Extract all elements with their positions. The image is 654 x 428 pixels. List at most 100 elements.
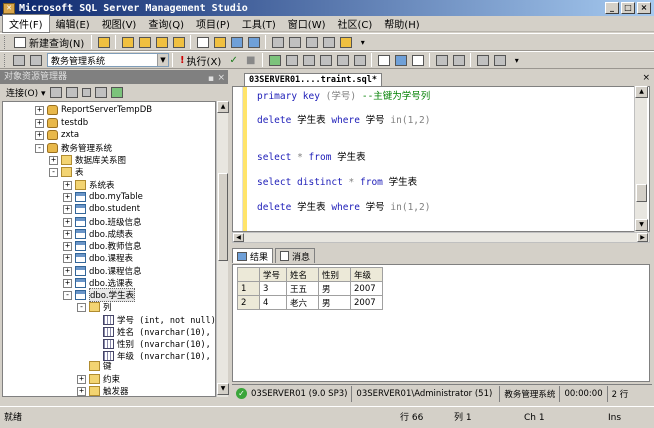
expand-icon[interactable]: + [63,278,72,288]
tree-node[interactable]: + zxta [35,129,79,141]
tree-node[interactable]: + 数据库关系图 [49,154,126,166]
expand-icon[interactable]: + [63,217,72,227]
scroll-up-icon[interactable]: ▲ [635,86,648,98]
expand-icon[interactable]: + [63,192,72,202]
tab-query-file[interactable]: 03SERVER01....traint.sql* [244,73,382,86]
intellisense-button[interactable] [318,53,333,68]
results-file-button[interactable] [410,53,425,68]
new-query-button[interactable]: 新建查询(N) [11,35,87,50]
toolbar-grip[interactable] [4,35,7,49]
toolbar-grip[interactable] [4,53,7,67]
save-all-button[interactable] [246,35,261,50]
scroll-right-icon[interactable]: ▶ [637,233,648,242]
menu-file[interactable]: 文件(F) [2,14,50,33]
toolbar-options-button[interactable]: ▾ [355,35,370,50]
minimize-button[interactable]: _ [605,2,619,14]
table-cell[interactable]: 王五 [286,281,319,296]
mdx-query-button[interactable] [137,35,152,50]
execute-button[interactable]: ! 执行(X) [177,53,224,68]
save-button[interactable] [229,35,244,50]
tree-node[interactable]: + 约束 [77,373,120,385]
refresh-icon[interactable] [110,87,123,98]
tree-node[interactable]: + dbo.班级信息 [63,216,142,228]
open-file-button[interactable] [212,35,227,50]
object-explorer-button[interactable] [287,35,302,50]
close-icon[interactable]: × [217,71,225,85]
query-editor[interactable]: primary key (学号) --主键为学号列 delete 学生表 whe… [232,86,650,232]
toolbar-options-button[interactable]: ▾ [509,53,524,68]
expand-icon[interactable]: + [35,118,44,128]
connect-dropdown[interactable]: 连接(O) ▾ [6,86,46,99]
row-number[interactable]: 1 [237,281,260,296]
scroll-up-icon[interactable]: ▲ [217,101,229,113]
menu-help[interactable]: 帮助(H) [378,15,425,32]
table-cell[interactable]: 男 [318,281,351,296]
column-header[interactable]: 性别 [318,267,351,282]
database-select[interactable]: 教务管理系统 ▼ [47,53,169,67]
toolbox-button[interactable] [338,35,353,50]
column-header[interactable]: 年级 [350,267,383,282]
expand-icon[interactable]: + [49,155,58,165]
editor-horizontal-scrollbar[interactable]: ◀ ▶ [232,232,650,243]
expand-icon[interactable]: + [35,105,44,115]
xmla-query-button[interactable] [171,35,186,50]
scroll-down-icon[interactable]: ▼ [635,219,648,231]
query-options-button[interactable] [301,53,316,68]
expand-icon[interactable]: + [63,253,72,263]
cancel-query-button[interactable]: ■ [243,53,258,68]
scroll-down-icon[interactable]: ▼ [217,383,229,395]
tree-node[interactable]: + dbo.myTable [63,191,143,203]
include-plan-button[interactable] [335,53,350,68]
expand-icon[interactable]: + [77,374,86,384]
tree-node[interactable]: -列 [77,301,112,313]
collapse-icon[interactable]: - [49,167,58,177]
tree-node[interactable]: + dbo.课程信息 [63,265,142,277]
db-engine-query-button[interactable] [96,35,111,50]
scroll-left-icon[interactable]: ◀ [233,233,244,242]
scroll-thumb[interactable] [636,184,647,202]
table-row[interactable]: 2 4 老六 男 2007 [237,295,383,310]
expand-icon[interactable]: + [63,266,72,276]
editor-vertical-scrollbar[interactable]: ▲ ▼ [634,86,648,232]
display-plan-button[interactable] [267,53,282,68]
dmx-query-button[interactable] [154,35,169,50]
tree-node[interactable]: + dbo.student [63,203,140,215]
change-connection-button[interactable] [28,53,43,68]
menu-query[interactable]: 查询(Q) [142,15,190,32]
comment-button[interactable] [434,53,449,68]
tree-node[interactable]: 姓名 (nvarchar(10), n [91,326,215,338]
expand-icon[interactable]: + [35,130,44,140]
tree-node[interactable]: + dbo.教师信息 [63,240,142,252]
decrease-indent-button[interactable] [475,53,490,68]
menu-tools[interactable]: 工具(T) [236,15,282,32]
collapse-icon[interactable]: - [77,302,86,312]
table-cell[interactable]: 2007 [350,295,383,310]
query-designer-button[interactable] [284,53,299,68]
tree-node[interactable]: - 教务管理系统 [35,142,112,154]
tree-node[interactable]: - dbo.学生表 [63,288,136,302]
tree-node[interactable]: -表 [49,166,84,178]
results-text-button[interactable] [376,53,391,68]
scroll-thumb[interactable] [218,173,228,261]
expand-icon[interactable]: + [63,204,72,214]
table-cell[interactable]: 2007 [350,281,383,296]
connect-icon[interactable] [49,87,62,98]
object-explorer-scrollbar[interactable]: ▲ ▼ [216,101,229,397]
expand-icon[interactable]: + [63,241,72,251]
close-icon[interactable]: × [642,73,650,83]
increase-indent-button[interactable] [492,53,507,68]
collapse-icon[interactable]: - [35,143,44,153]
template-explorer-button[interactable] [304,35,319,50]
filter-icon[interactable] [94,87,107,98]
menu-window[interactable]: 窗口(W) [282,15,332,32]
tree-node[interactable]: 键 [77,360,112,372]
registered-servers-button[interactable] [270,35,285,50]
uncomment-button[interactable] [451,53,466,68]
tab-messages[interactable]: 消息 [275,248,316,263]
analysis-query-button[interactable] [120,35,135,50]
tree-node[interactable]: 性别 (nvarchar(10), n [91,338,215,350]
table-cell[interactable]: 老六 [286,295,319,310]
tree-node[interactable]: + testdb [35,117,88,129]
close-button[interactable]: × [637,2,651,14]
disconnect-icon[interactable] [65,87,78,98]
